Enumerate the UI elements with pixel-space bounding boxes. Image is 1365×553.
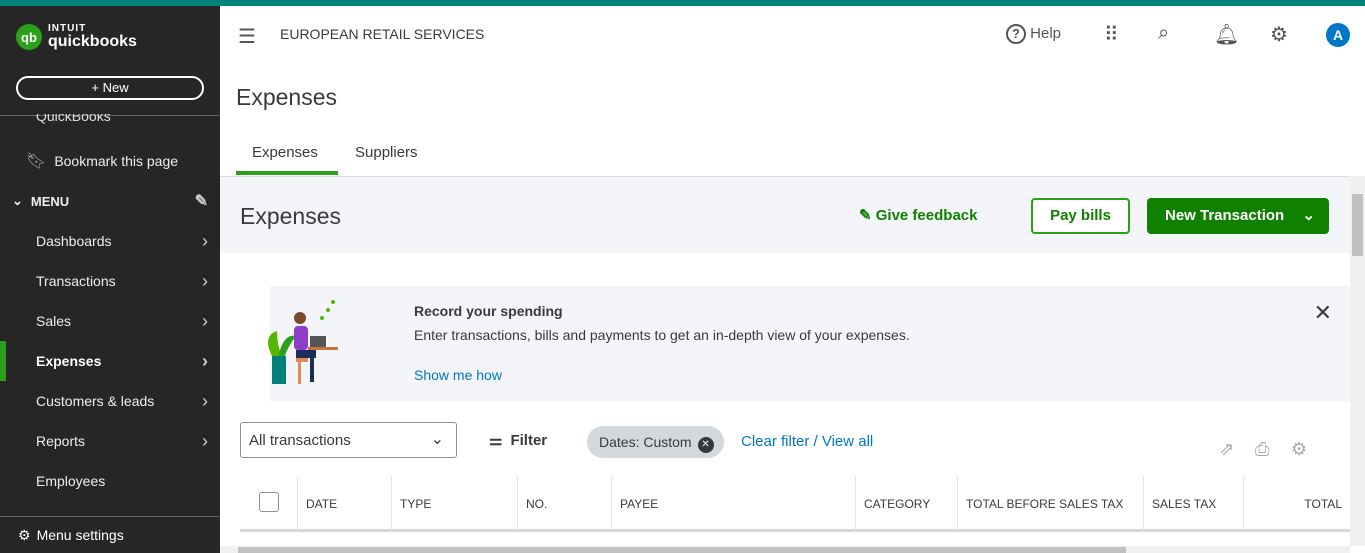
close-icon[interactable]: ✕ [1314, 300, 1332, 326]
label: Employees [36, 473, 106, 489]
select-all-cell [240, 476, 297, 532]
active-tab-indicator [236, 171, 338, 175]
person-laptop-illustration [268, 300, 338, 384]
company-name: EUROPEAN RETAIL SERVICES [280, 26, 485, 42]
select-value: All transactions [249, 432, 351, 449]
label: Reports [36, 433, 86, 449]
label: Expenses [36, 353, 102, 369]
column-sales-tax[interactable]: SALES TAX [1143, 476, 1243, 532]
chip-label: Dates: Custom [599, 434, 692, 450]
chevron-right-icon: › [202, 230, 208, 251]
tab-suppliers[interactable]: Suppliers [355, 144, 418, 161]
sidebar-item-customers-leads[interactable]: Customers & leads › [0, 381, 220, 421]
chevron-right-icon: › [202, 350, 208, 371]
clear-filter-link[interactable]: Clear filter / View all [741, 433, 873, 450]
scroll-thumb[interactable] [238, 547, 1126, 553]
vertical-scrollbar[interactable] [1350, 176, 1365, 546]
bookmark-icon: 🔖︎ [26, 153, 47, 170]
banner-title: Record your spending [414, 303, 563, 319]
column-no[interactable]: NO. [517, 476, 611, 532]
filter-label: Filter [510, 432, 548, 449]
new-button[interactable]: + New [16, 76, 204, 100]
pay-bills-button[interactable]: Pay bills [1031, 198, 1130, 234]
tab-expenses[interactable]: Expenses [252, 144, 318, 161]
chevron-right-icon: › [202, 270, 208, 291]
feedback-icon: ✎ [859, 207, 872, 224]
search-icon[interactable]: ⌕ [1158, 22, 1169, 45]
export-icon[interactable]: ⇗ [1219, 439, 1234, 460]
bookmark-label: Bookmark this page [54, 153, 179, 169]
chevron-down-icon: ⌄ [1302, 207, 1315, 224]
chevron-right-icon: › [202, 310, 208, 331]
label: Dashboards [36, 233, 112, 249]
table-header: DATE TYPE NO. PAYEE CATEGORY TOTAL BEFOR… [240, 476, 1350, 532]
chevron-right-icon: › [202, 430, 208, 451]
column-total[interactable]: TOTAL [1243, 476, 1350, 532]
column-total-before-tax[interactable]: TOTAL BEFORE SALES TAX [957, 476, 1143, 532]
label: Transactions [36, 273, 116, 289]
menu-label: MENU [30, 193, 70, 209]
chevron-down-icon: ⌄ [12, 193, 23, 208]
sidebar-item-sales[interactable]: Sales › [0, 301, 220, 341]
bookmark-page[interactable]: 🔖︎ Bookmark this page [0, 141, 220, 181]
sidebar-item-employees[interactable]: Employees [0, 461, 220, 501]
bell-icon[interactable]: 🔔︎ [1214, 22, 1239, 47]
chevron-down-icon: ⌄ [430, 431, 444, 448]
column-category[interactable]: CATEGORY [855, 476, 957, 532]
collapse-menu-icon[interactable]: ☰ [238, 24, 256, 49]
label: Customers & leads [36, 393, 155, 409]
help-button[interactable]: ? Help [1006, 24, 1061, 44]
new-transaction-label: New Transaction [1165, 207, 1285, 224]
sidebar: qb INTUIT quickbooks + New QuickBooks 🔖︎ B… [0, 6, 220, 553]
gear-icon: ⚙ [18, 526, 31, 543]
remove-filter-icon[interactable]: ✕ [697, 437, 714, 453]
filter-button[interactable]: ⚌ Filter [489, 431, 547, 449]
sidebar-item-reports[interactable]: Reports › [0, 421, 220, 461]
logo-quickbooks: quickbooks [48, 33, 137, 50]
dates-filter-chip[interactable]: Dates: Custom ✕ [587, 426, 724, 458]
print-icon[interactable]: ⎙ [1255, 439, 1269, 460]
sidebar-item-transactions[interactable]: Transactions › [0, 261, 220, 301]
section-title: Expenses [240, 203, 342, 229]
sidebar-item-dashboards[interactable]: Dashboards › [0, 221, 220, 261]
column-type[interactable]: TYPE [391, 476, 517, 532]
give-feedback-label: Give feedback [875, 207, 978, 224]
menu-settings[interactable]: ⚙ Menu settings [0, 516, 220, 553]
page-title: Expenses [236, 84, 338, 110]
transaction-type-select[interactable]: All transactions ⌄ [240, 422, 457, 458]
chevron-right-icon: › [202, 390, 208, 411]
qb-logo-icon: qb [16, 24, 42, 50]
column-date[interactable]: DATE [297, 476, 391, 532]
sliders-icon: ⚌ [489, 432, 503, 449]
show-me-how-link[interactable]: Show me how [414, 367, 502, 383]
sidebar-item-expenses[interactable]: Expenses › [0, 341, 220, 381]
quickbooks-logo[interactable]: qb INTUIT quickbooks [16, 24, 137, 50]
avatar[interactable]: A [1326, 23, 1350, 47]
settings-gear-icon[interactable]: ⚙ [1291, 439, 1307, 460]
give-feedback-button[interactable]: ✎ Give feedback [859, 206, 977, 224]
menu-settings-label: Menu settings [36, 527, 124, 543]
help-label: Help [1030, 25, 1062, 42]
menu-header[interactable]: ⌄ MENU ✎ [0, 181, 220, 221]
top-header: ☰ EUROPEAN RETAIL SERVICES ? Help ⠿ ⌕ 🔔︎… [220, 6, 1365, 62]
select-all-checkbox[interactable] [258, 492, 279, 512]
edit-pencil-icon[interactable]: ✎ [195, 191, 208, 211]
help-icon: ? [1006, 24, 1026, 44]
gear-icon[interactable]: ⚙ [1270, 22, 1288, 47]
sidebar-item-quickbooks[interactable]: QuickBooks [36, 114, 111, 126]
apps-grid-icon[interactable]: ⠿ [1104, 22, 1119, 47]
label: Sales [36, 313, 72, 329]
new-transaction-button[interactable]: New Transaction ⌄ [1147, 198, 1329, 234]
column-payee[interactable]: PAYEE [611, 476, 855, 532]
scroll-thumb[interactable] [1352, 194, 1363, 256]
banner-text: Enter transactions, bills and payments t… [414, 327, 910, 343]
horizontal-scrollbar[interactable] [220, 546, 1350, 553]
record-spending-banner: Record your spending Enter transactions,… [268, 286, 1350, 401]
